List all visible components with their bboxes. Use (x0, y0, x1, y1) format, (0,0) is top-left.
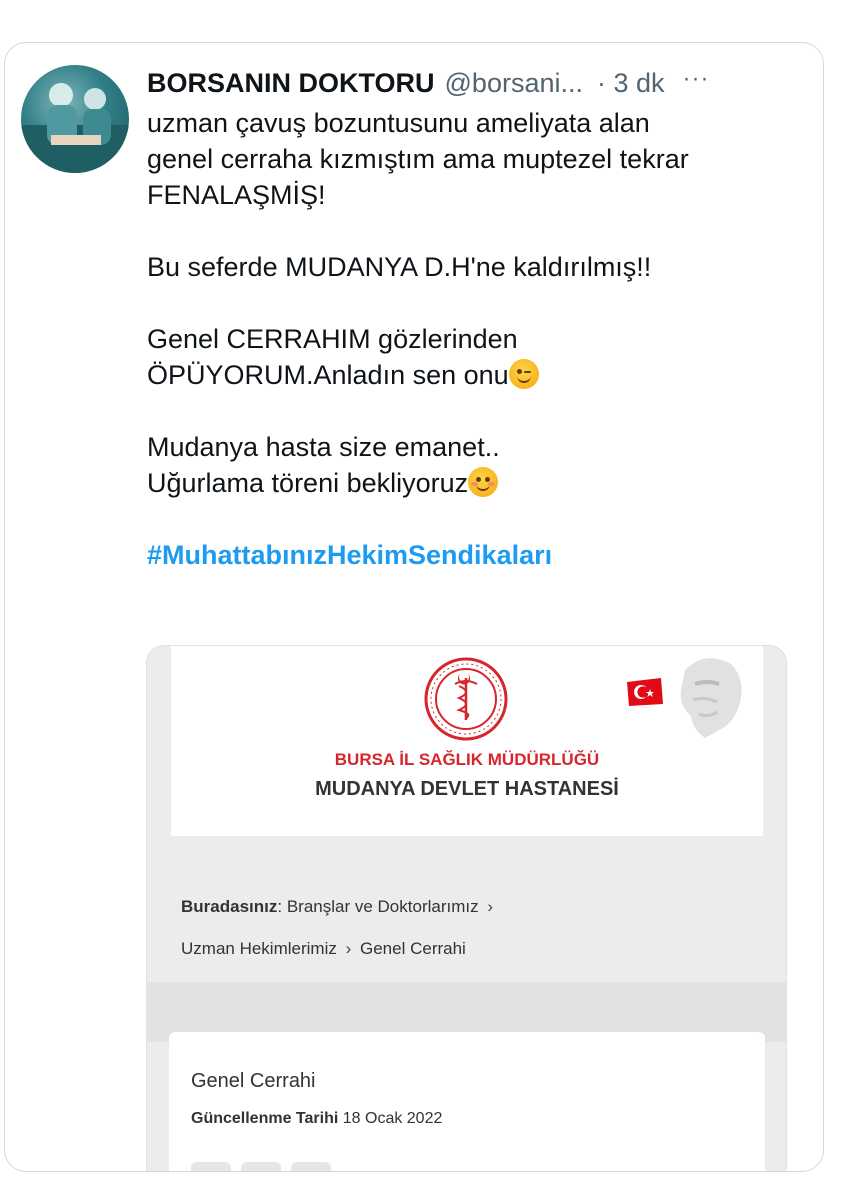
breadcrumb-label: Buradasınız (181, 897, 278, 916)
tweet-line-text: ÖPÜYORUM.Anladın sen onu (147, 360, 509, 390)
tweet-line: ÖPÜYORUM.Anladın sen onu (147, 357, 807, 393)
more-options-icon[interactable]: ··· (683, 65, 710, 93)
breadcrumb: Buradasınız: Branşlar ve Doktorlarımız ›… (181, 886, 761, 970)
breadcrumb-item[interactable]: Branşlar ve Doktorlarımız (287, 897, 479, 916)
ataturk-portrait-icon (680, 658, 742, 738)
tweet-line: FENALAŞMİŞ! (147, 180, 326, 210)
hashtag-link[interactable]: #MuhattabınızHekimSendikaları (147, 537, 807, 573)
page-heading: Genel Cerrahi (191, 1070, 316, 1092)
smiling-face-icon (468, 467, 499, 497)
surgery-photo-icon (21, 83, 129, 173)
share-button[interactable] (191, 1162, 231, 1171)
tweet-line-text: Uğurlama töreni bekliyoruz (147, 468, 469, 498)
tweet-card[interactable]: BORSANIN DOKTORU @borsani... · 3 dk ··· … (4, 42, 824, 1172)
hospital-header: BURSA İL SAĞLIK MÜDÜRLÜĞÜ MUDANYA DEVLET… (171, 646, 763, 836)
tweet-line: uzman çavuş bozuntusunu ameliyata alan (147, 108, 650, 138)
avatar[interactable] (21, 65, 129, 173)
tweet-header: BORSANIN DOKTORU @borsani... · 3 dk ··· (147, 63, 787, 103)
updated-label: Güncellenme Tarihi (191, 1110, 339, 1127)
tweet-line: Bu seferde MUDANYA D.H'ne kaldırılmış!! (147, 252, 652, 282)
chevron-right-icon: › (345, 939, 352, 958)
ministry-seal-icon (424, 657, 508, 741)
institution-name: BURSA İL SAĞLIK MÜDÜRLÜĞÜ (334, 750, 600, 769)
tweet-line: Uğurlama töreni bekliyoruz (147, 465, 807, 501)
share-button[interactable] (241, 1162, 281, 1171)
attached-image[interactable]: BURSA İL SAĞLIK MÜDÜRLÜĞÜ MUDANYA DEVLET… (146, 645, 787, 1171)
updated-date: Güncellenme Tarihi 18 Ocak 2022 (191, 1110, 442, 1128)
breadcrumb-colon: : (277, 897, 283, 916)
tweet-text: uzman çavuş bozuntusunu ameliyata alan g… (147, 105, 807, 573)
tweet-line: genel cerraha kızmıştım ama muptezel tek… (147, 144, 689, 174)
share-button[interactable] (291, 1162, 331, 1171)
author-handle[interactable]: @borsani... (445, 68, 583, 99)
tweet-line: Mudanya hasta size emanet.. (147, 432, 500, 462)
content-card: Genel Cerrahi Güncellenme Tarihi 18 Ocak… (169, 1032, 765, 1171)
author-name[interactable]: BORSANIN DOKTORU (147, 68, 435, 99)
tweet-line: Genel CERRAHIM gözlerinden (147, 324, 518, 354)
breadcrumb-item[interactable]: Uzman Hekimlerimiz (181, 939, 337, 958)
chevron-right-icon: › (487, 897, 494, 916)
winking-face-icon (508, 359, 539, 389)
hospital-name: MUDANYA DEVLET HASTANESİ (315, 778, 619, 800)
turkish-flag-icon (627, 678, 663, 706)
updated-value: 18 Ocak 2022 (342, 1110, 443, 1127)
tweet-time[interactable]: · 3 dk (597, 68, 665, 99)
breadcrumb-item[interactable]: Genel Cerrahi (360, 939, 466, 958)
